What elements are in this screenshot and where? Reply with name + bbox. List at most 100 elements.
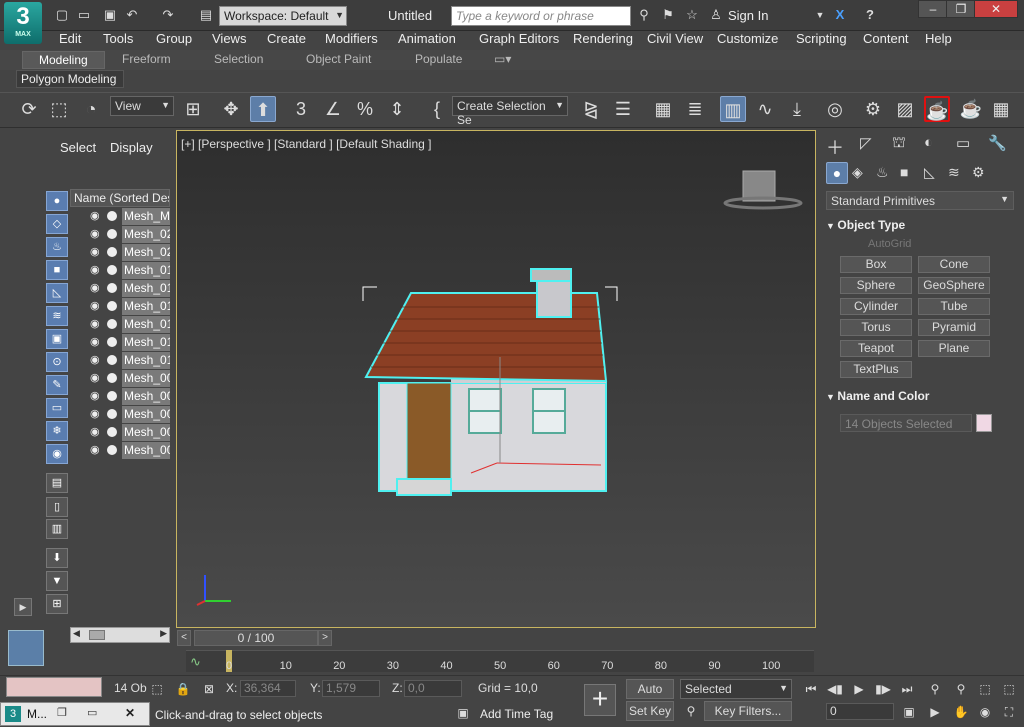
scene-row[interactable]: ◉ Mesh_01 xyxy=(88,298,170,315)
primitive-geosphere-button[interactable]: GeoSphere xyxy=(918,277,990,294)
cameras-category-icon[interactable]: ■ xyxy=(900,164,908,180)
subscription-icon[interactable]: ⚑ xyxy=(660,7,676,23)
filter-geometry-icon[interactable]: ● xyxy=(46,191,68,211)
freeze-toggle-icon[interactable] xyxy=(107,355,117,365)
scene-row[interactable]: ◉ Mesh_02 xyxy=(88,226,170,243)
key-mode-dropdown[interactable]: Selected ▼ xyxy=(680,679,792,699)
menu-customize[interactable]: Customize xyxy=(717,31,778,46)
filter-scene-options-icon[interactable]: ⊞ xyxy=(46,594,68,614)
key-filters-button[interactable]: Key Filters... xyxy=(704,701,792,721)
object-type-rollout[interactable]: ▼ Object Type xyxy=(826,218,1016,236)
menu-modifiers[interactable]: Modifiers xyxy=(325,31,378,46)
primitive-plane-button[interactable]: Plane xyxy=(918,340,990,357)
tab-object-paint[interactable]: Object Paint xyxy=(306,52,371,66)
scene-row-name[interactable]: Mesh_01 xyxy=(122,316,170,333)
motion-tab-icon[interactable]: ◐ xyxy=(924,134,933,151)
help-icon[interactable]: ? xyxy=(862,7,878,23)
scene-row[interactable]: ◉ Mesh_01 xyxy=(88,280,170,297)
freeze-toggle-icon[interactable] xyxy=(107,319,117,329)
filter-sort-options-icon[interactable]: ⬇ xyxy=(46,548,68,568)
set-key-button[interactable]: Set Key xyxy=(626,701,674,721)
scene-row[interactable]: ◉ Mesh_00 xyxy=(88,370,170,387)
scene-row[interactable]: ◉ Mesh_00 xyxy=(88,388,170,405)
primitive-cone-button[interactable]: Cone xyxy=(918,256,990,273)
object-color-swatch[interactable] xyxy=(976,414,992,432)
filter-filter-options-icon[interactable]: ▼ xyxy=(46,571,68,591)
orbit-icon[interactable]: ◉ xyxy=(976,703,994,721)
exchange-icon[interactable]: X xyxy=(832,7,848,23)
freeze-toggle-icon[interactable] xyxy=(107,409,117,419)
visibility-eye-icon[interactable]: ◉ xyxy=(90,263,100,276)
geometry-category-icon[interactable]: ● xyxy=(826,162,848,184)
maxscript-listener[interactable] xyxy=(6,677,102,697)
align-icon[interactable]: ☰ xyxy=(610,96,636,122)
freeze-toggle-icon[interactable] xyxy=(107,265,117,275)
auto-key-button[interactable]: Auto Key xyxy=(626,679,674,714)
freeze-toggle-icon[interactable] xyxy=(107,229,117,239)
visibility-eye-icon[interactable]: ◉ xyxy=(90,353,100,366)
display-tab-icon[interactable]: ▭ xyxy=(956,134,970,152)
scene-row-name[interactable]: Mesh_00 xyxy=(122,442,170,459)
spinner-snap-icon[interactable]: ⇕ xyxy=(384,96,410,122)
render-iterative-icon[interactable]: ☕ xyxy=(958,96,984,122)
visibility-eye-icon[interactable]: ◉ xyxy=(90,245,100,258)
primitive-textplus-button[interactable]: TextPlus xyxy=(840,361,912,378)
freeze-toggle-icon[interactable] xyxy=(107,373,117,383)
select-manipulate-icon[interactable]: ⬆ xyxy=(250,96,276,122)
name-and-color-rollout[interactable]: ▼ Name and Color xyxy=(826,389,1016,407)
scene-row-name[interactable]: Mesh_01 xyxy=(122,334,170,351)
primitive-torus-button[interactable]: Torus xyxy=(840,319,912,336)
filter-hidden-icon[interactable]: ◉ xyxy=(46,444,68,464)
scene-row-name[interactable]: Mesh_00 xyxy=(122,370,170,387)
scene-row-name[interactable]: Mesh_01 xyxy=(122,262,170,279)
next-frame-icon[interactable]: ▮▶ xyxy=(874,680,892,698)
add-time-tag[interactable]: Add Time Tag xyxy=(480,707,553,721)
ribbon-toggle-icon[interactable]: ▥ xyxy=(720,96,746,122)
layer-explorer-icon[interactable]: ≣ xyxy=(682,96,708,122)
menu-animation[interactable]: Animation xyxy=(398,31,456,46)
save-icon[interactable]: ▣ xyxy=(102,7,118,23)
visibility-eye-icon[interactable]: ◉ xyxy=(90,389,100,402)
material-editor-icon[interactable]: ◎ xyxy=(822,96,848,122)
scene-name-column-header[interactable]: Name (Sorted Descending) xyxy=(70,189,170,207)
taskbar-restore-icon[interactable]: ❐ xyxy=(57,706,67,719)
menu-views[interactable]: Views xyxy=(212,31,246,46)
schematic-view-icon[interactable]: ⤓ xyxy=(784,96,810,122)
render-setup-icon[interactable]: ⚙ xyxy=(860,96,886,122)
snap-3d-icon[interactable]: 3 xyxy=(288,96,314,122)
menu-content[interactable]: Content xyxy=(863,31,909,46)
filter-spacewarps-icon[interactable]: ≋ xyxy=(46,306,68,326)
visibility-eye-icon[interactable]: ◉ xyxy=(90,443,100,456)
scene-row-name[interactable]: Mesh_00 xyxy=(122,424,170,441)
time-slider[interactable]: 0 / 100 xyxy=(194,630,318,646)
menu-create[interactable]: Create xyxy=(267,31,306,46)
hierarchy-tab-icon[interactable]: ⛫ xyxy=(892,134,906,153)
zoom-all-icon[interactable]: ⚲ xyxy=(952,680,970,698)
time-configuration-icon[interactable]: ▣ xyxy=(900,703,918,721)
polygon-modeling-panel[interactable]: Polygon Modeling xyxy=(16,70,124,88)
freeze-toggle-icon[interactable] xyxy=(107,283,117,293)
scene-row[interactable]: ◉ Mesh_Me xyxy=(88,208,170,225)
visibility-eye-icon[interactable]: ◉ xyxy=(90,317,100,330)
key-mode-toggle-icon[interactable]: ⚲ xyxy=(682,702,700,720)
undo-icon[interactable]: ↶ xyxy=(124,7,140,23)
search-input[interactable]: Type a keyword or phrase xyxy=(451,6,631,26)
modify-tab-icon[interactable]: ◸ xyxy=(860,134,872,152)
filter-invert-display-icon[interactable]: ▥ xyxy=(46,519,68,539)
helpers-category-icon[interactable]: ◺ xyxy=(924,164,935,181)
menu-group[interactable]: Group xyxy=(156,31,192,46)
render-online-icon[interactable]: ▦ xyxy=(988,96,1014,122)
freeze-toggle-icon[interactable] xyxy=(107,337,117,347)
menu-scripting[interactable]: Scripting xyxy=(796,31,847,46)
tab-selection[interactable]: Selection xyxy=(214,52,263,66)
sign-in-link[interactable]: Sign In xyxy=(728,8,768,23)
redo-icon[interactable]: ↷ xyxy=(160,7,176,23)
time-tag-icon[interactable]: ▣ xyxy=(454,704,472,722)
minimize-button[interactable]: – xyxy=(918,0,948,18)
ribbon-options-icon[interactable]: ▭▾ xyxy=(494,52,511,66)
scene-row-name[interactable]: Mesh_01 xyxy=(122,352,170,369)
primitive-category-dropdown[interactable]: Standard Primitives ▼ xyxy=(826,191,1014,210)
freeze-toggle-icon[interactable] xyxy=(107,391,117,401)
select-object-icon[interactable]: ⬚ xyxy=(46,96,72,122)
primitive-tube-button[interactable]: Tube xyxy=(918,298,990,315)
